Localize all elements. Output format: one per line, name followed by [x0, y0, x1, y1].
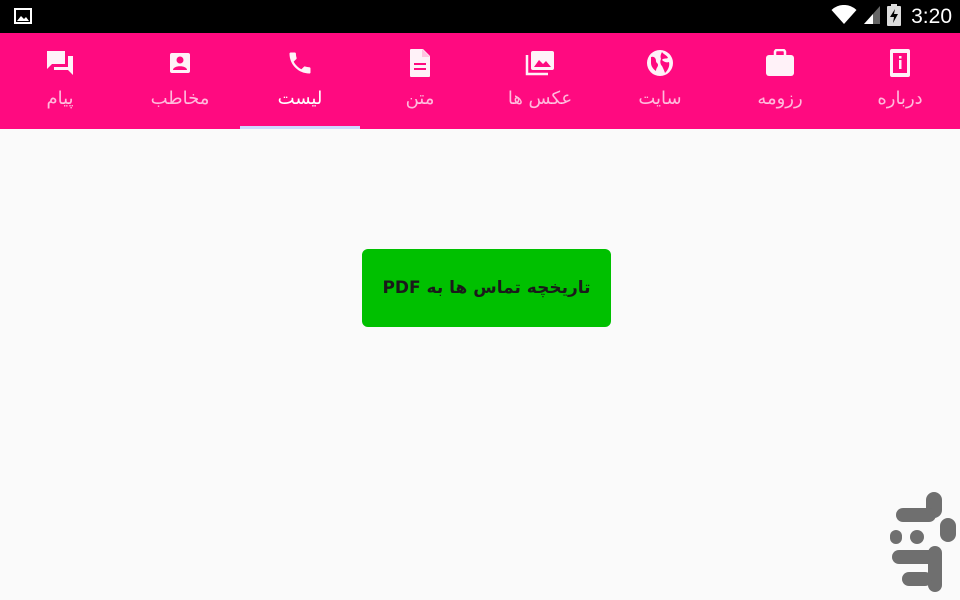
wifi-icon [831, 4, 857, 29]
tab-site[interactable]: سایت [600, 33, 720, 129]
briefcase-icon [764, 47, 796, 79]
tab-bar: پیام مخاطب لیست متن عکس ها سایت رزومه در… [0, 33, 960, 129]
app-store-logo-icon [888, 490, 958, 595]
info-phone-icon [889, 47, 911, 79]
tab-contact[interactable]: مخاطب [120, 33, 240, 129]
phone-icon [286, 47, 314, 79]
tab-label: سایت [638, 88, 682, 109]
tab-label: دربارە [877, 88, 923, 109]
tab-label: پیام [46, 88, 74, 109]
export-call-history-pdf-button[interactable]: تاریخچه تماس ها به PDF [362, 249, 611, 327]
content-area [0, 129, 960, 600]
tab-label: عکس ها [507, 88, 573, 109]
document-icon [408, 47, 432, 79]
tab-list[interactable]: لیست [240, 33, 360, 129]
tab-about[interactable]: دربارە [840, 33, 960, 129]
status-bar: 3:20 [0, 0, 960, 33]
tab-resume[interactable]: رزومه [720, 33, 840, 129]
contact-card-icon [168, 47, 192, 79]
globe-icon [646, 47, 674, 79]
photo-library-icon [524, 47, 556, 79]
battery-charging-icon [887, 3, 902, 30]
status-time: 3:20 [911, 4, 952, 28]
tab-text[interactable]: متن [360, 33, 480, 129]
tab-photos[interactable]: عکس ها [480, 33, 600, 129]
gallery-icon [14, 8, 32, 28]
chat-icon [45, 47, 75, 79]
signal-icon [863, 5, 881, 29]
tab-label: رزومه [757, 88, 803, 109]
tab-message[interactable]: پیام [0, 33, 120, 129]
tab-label: مخاطب [150, 88, 210, 109]
tab-label: لیست [277, 88, 323, 109]
tab-label: متن [405, 88, 435, 109]
